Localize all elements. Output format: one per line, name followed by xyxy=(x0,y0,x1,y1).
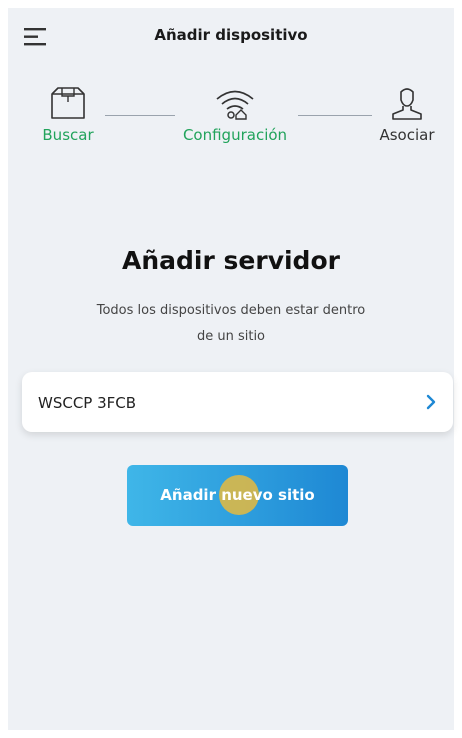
section-heading: Añadir servidor xyxy=(122,246,340,275)
add-new-site-label: Añadir nuevo sitio xyxy=(160,486,315,504)
step-connector xyxy=(105,115,175,116)
add-new-site-button[interactable]: Añadir nuevo sitio xyxy=(127,465,348,526)
description-line-1: Todos los dispositivos deben estar dentr… xyxy=(96,303,366,318)
site-name: WSCCP 3FCB xyxy=(38,394,137,412)
page-title: Añadir dispositivo xyxy=(154,26,308,44)
app-screen: Añadir dispositivo Buscar Configuración xyxy=(8,8,454,730)
step-connector xyxy=(298,115,372,116)
section-description: Todos los dispositivos deben estar dentr… xyxy=(68,298,394,350)
box-icon xyxy=(51,87,85,119)
chevron-right-icon xyxy=(426,394,436,410)
user-icon xyxy=(392,88,422,120)
step-label-configuracion: Configuración xyxy=(182,126,288,144)
step-label-buscar: Buscar xyxy=(42,126,94,144)
site-list-item[interactable]: WSCCP 3FCB xyxy=(22,372,453,432)
header: Añadir dispositivo xyxy=(8,8,454,64)
step-configuracion: Configuración xyxy=(170,86,300,144)
step-asociar: Asociar xyxy=(372,86,442,144)
wifi-home-icon xyxy=(216,90,254,120)
step-label-asociar: Asociar xyxy=(379,126,435,144)
step-buscar: Buscar xyxy=(38,86,98,144)
description-line-2: de un sitio xyxy=(196,329,266,344)
